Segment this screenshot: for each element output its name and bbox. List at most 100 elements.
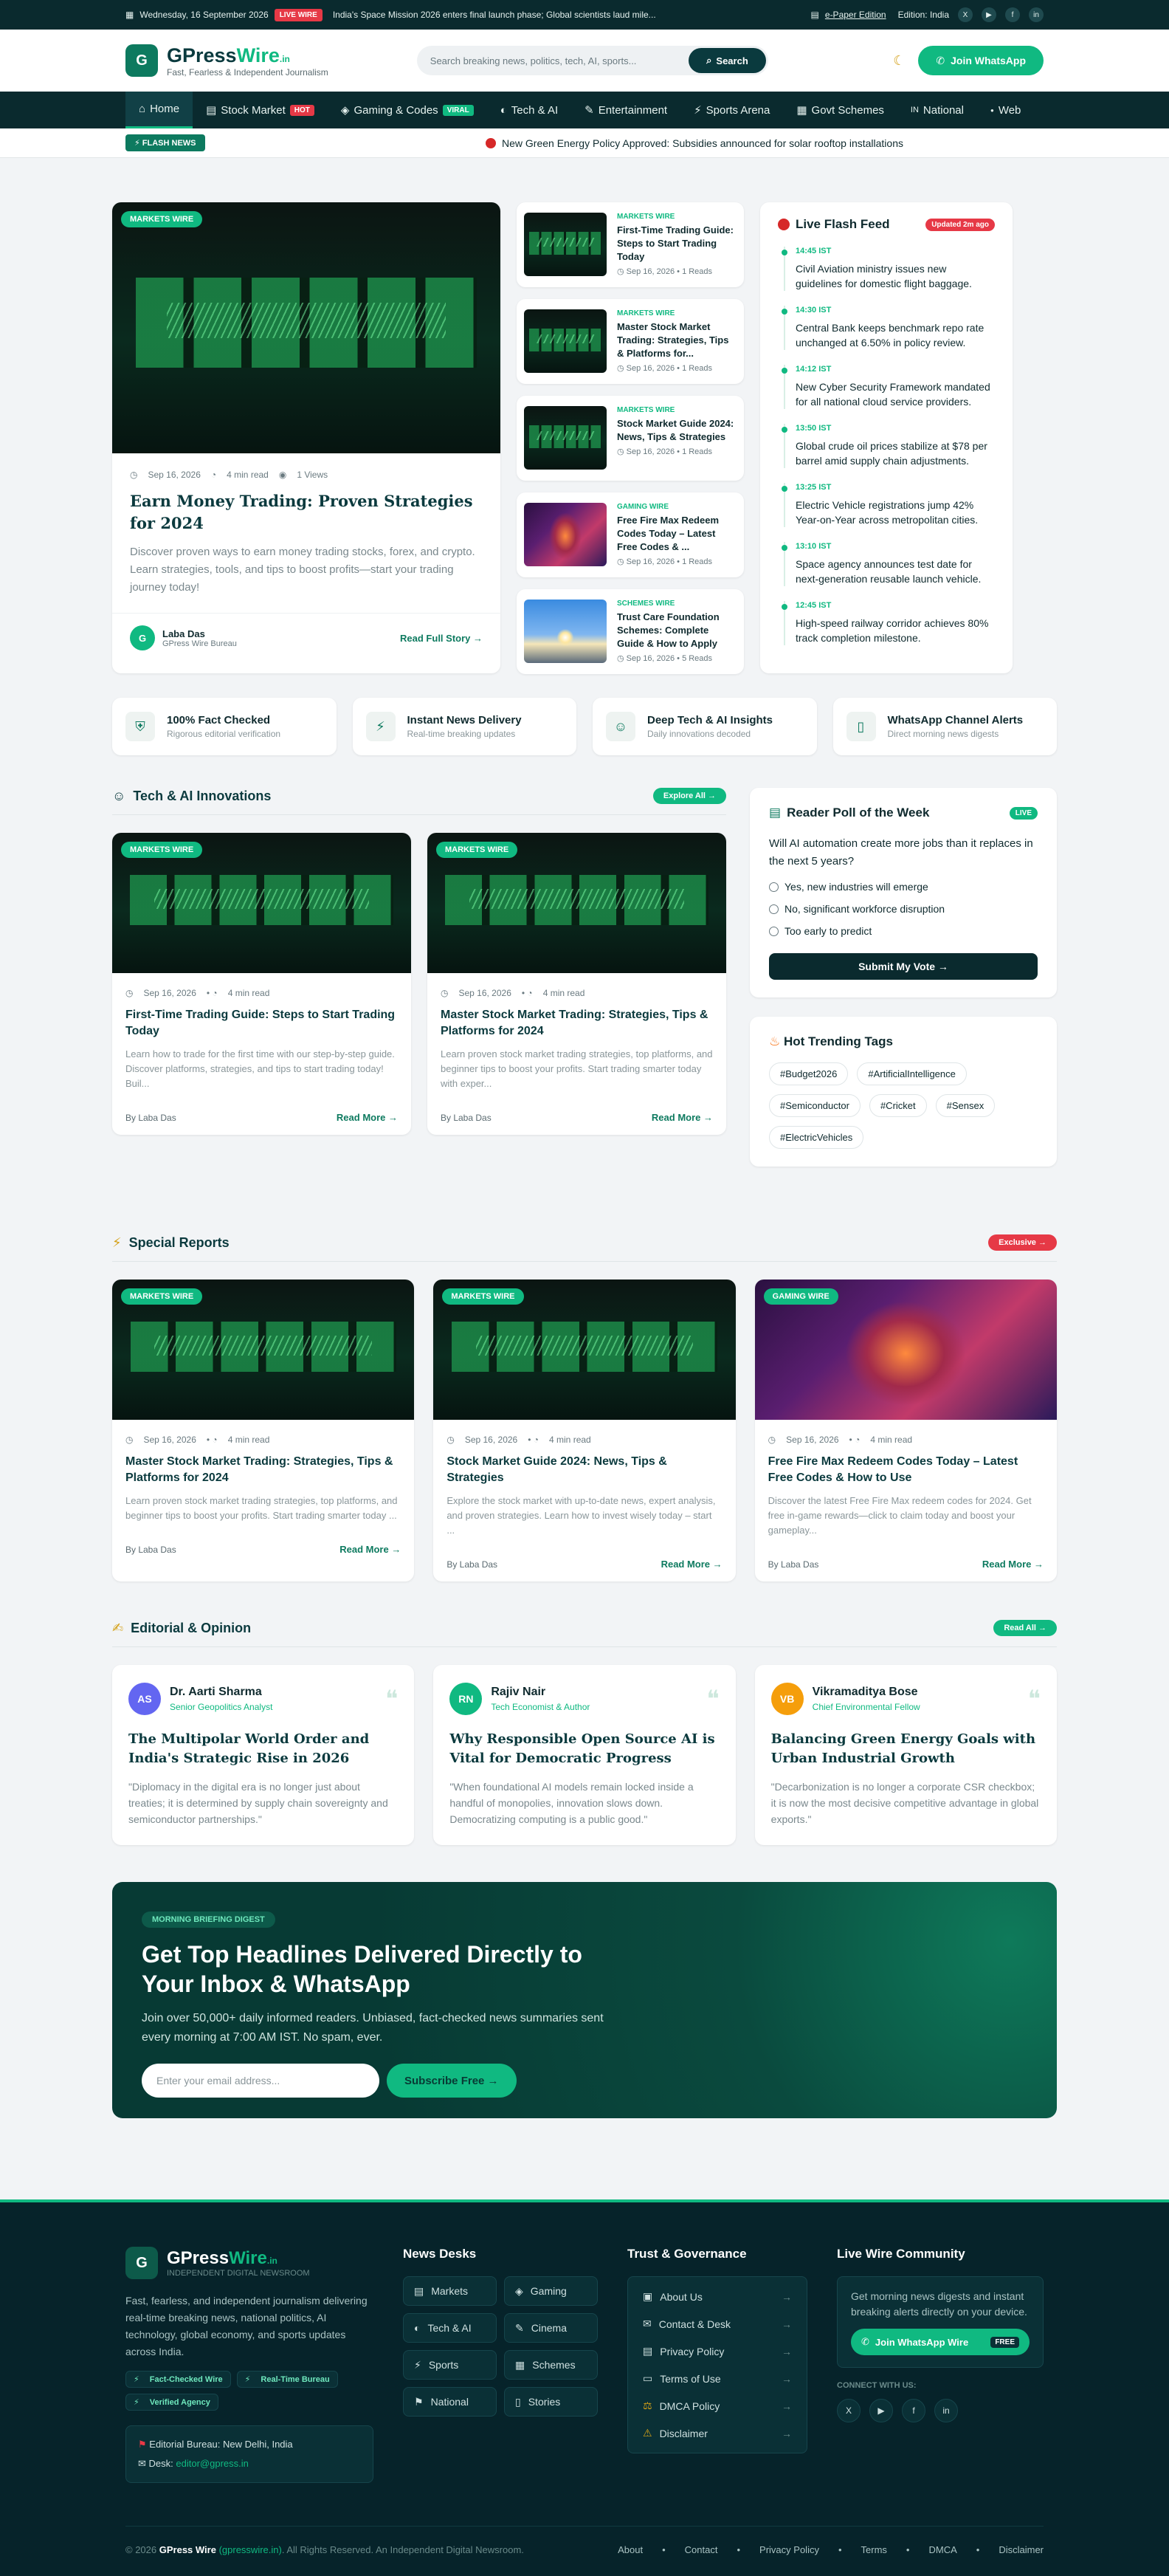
youtube-icon[interactable]: ▶: [869, 2399, 893, 2422]
nav-sports[interactable]: ⚡ Sports Arena: [680, 92, 783, 128]
facebook-icon[interactable]: f: [902, 2399, 925, 2422]
feed-entry[interactable]: 13:10 IST Space agency announces test dat…: [782, 542, 995, 586]
opinion-title[interactable]: Why Responsible Open Source AI is Vital …: [449, 1730, 719, 1768]
hero-title[interactable]: Earn Money Trading: Proven Strategies fo…: [130, 490, 483, 535]
article-image[interactable]: MARKETS WIRE: [112, 1280, 415, 1420]
side-article[interactable]: GAMING WIRE Free Fire Max Redeem Codes To…: [517, 492, 744, 577]
side-article[interactable]: MARKETS WIRE Stock Market Guide 2024: New…: [517, 396, 744, 481]
hero-article[interactable]: MARKETS WIRE ◷ Sep 16, 2026 ◔ 4 min read ◉ 1 …: [112, 202, 500, 673]
logo-mark[interactable]: G: [125, 44, 158, 77]
side-article[interactable]: SCHEMES WIRE Trust Care Foundation Scheme…: [517, 589, 744, 674]
read-more-link[interactable]: Read More →: [652, 1112, 713, 1123]
opinion-card[interactable]: VB Vikramaditya Bose Chief Environmental F…: [754, 1665, 1057, 1845]
desk-link[interactable]: ◐ Tech & AI: [403, 2313, 497, 2343]
search-button[interactable]: ⌕ Search: [689, 48, 766, 73]
facebook-icon[interactable]: f: [1005, 7, 1020, 22]
read-more-link[interactable]: Read More →: [339, 1544, 401, 1555]
instagram-icon[interactable]: in: [934, 2399, 958, 2422]
nav-gaming[interactable]: ◈ Gaming & Codes VIRAL: [328, 92, 487, 128]
side-article[interactable]: MARKETS WIRE Master Stock Market Trading:…: [517, 299, 744, 384]
read-more-link[interactable]: Read More →: [337, 1112, 398, 1123]
poll-option[interactable]: Too early to predict: [769, 925, 1038, 937]
search-input[interactable]: Search breaking news, politics, tech, AI…: [430, 55, 689, 66]
nav-tech-ai[interactable]: ◐ Tech & AI: [487, 92, 571, 128]
ticker-text[interactable]: India's Space Mission 2026 enters final …: [333, 10, 805, 20]
tag-chip[interactable]: #Budget2026: [769, 1062, 849, 1085]
article-card[interactable]: MARKETS WIRE ◷ Sep 16, 2026 • ◔ 4 min rea…: [112, 833, 411, 1135]
opinion-card[interactable]: AS Dr. Aarti Sharma Senior Geopolitics Ana…: [112, 1665, 415, 1845]
search-bar[interactable]: Search breaking news, politics, tech, AI…: [416, 46, 768, 75]
article-image[interactable]: GAMING WIRE: [754, 1280, 1057, 1420]
feed-entry[interactable]: 14:12 IST New Cyber Security Framework ma…: [782, 365, 995, 409]
footer-link[interactable]: ⚖ DMCA Policy →: [643, 2392, 792, 2419]
bottom-link[interactable]: Disclaimer: [999, 2544, 1044, 2555]
desk-link[interactable]: ▯ Stories: [504, 2387, 598, 2417]
article-thumbnail[interactable]: [524, 213, 607, 276]
tag-chip[interactable]: #ArtificialIntelligence: [857, 1062, 967, 1085]
feed-entry[interactable]: 13:25 IST Electric Vehicle registrations …: [782, 483, 995, 527]
article-title[interactable]: First-Time Trading Guide: Steps to Start…: [125, 1007, 398, 1040]
desk-link[interactable]: ⚑ National: [403, 2387, 497, 2417]
x-icon[interactable]: X: [837, 2399, 861, 2422]
article-card[interactable]: MARKETS WIRE ◷ Sep 16, 2026 • ◔ 4 min rea…: [427, 833, 726, 1135]
tag-chip[interactable]: #Cricket: [869, 1094, 927, 1117]
article-title[interactable]: Trust Care Foundation Schemes: Complete …: [617, 611, 737, 650]
article-thumbnail[interactable]: [524, 600, 607, 663]
radio-button[interactable]: [769, 926, 779, 936]
article-title[interactable]: Master Stock Market Trading: Strategies,…: [125, 1454, 401, 1486]
article-thumbnail[interactable]: [524, 406, 607, 470]
desk-link[interactable]: ◈ Gaming: [504, 2276, 598, 2306]
read-more-link[interactable]: Read More →: [982, 1559, 1044, 1570]
article-title[interactable]: Stock Market Guide 2024: News, Tips & St…: [617, 417, 737, 444]
bottom-link[interactable]: Privacy Policy: [759, 2544, 819, 2555]
read-more-link[interactable]: Read More →: [661, 1559, 723, 1570]
feed-entry[interactable]: 14:30 IST Central Bank keeps benchmark re…: [782, 306, 995, 350]
desk-link[interactable]: ⚡ Sports: [403, 2350, 497, 2380]
radio-button[interactable]: [769, 882, 779, 892]
desk-link[interactable]: ▤ Markets: [403, 2276, 497, 2306]
article-thumbnail[interactable]: [524, 309, 607, 373]
submit-vote-button[interactable]: Submit My Vote →: [769, 953, 1038, 980]
nav-national[interactable]: IN National: [897, 92, 977, 128]
nav-govt-schemes[interactable]: ▦ Govt Schemes: [783, 92, 897, 128]
logo[interactable]: GPressWire.in Fast, Fearless & Independe…: [167, 44, 328, 78]
feed-entry[interactable]: 13:50 IST Global crude oil prices stabili…: [782, 424, 995, 468]
dark-mode-icon[interactable]: ☾: [893, 53, 905, 69]
article-title[interactable]: Free Fire Max Redeem Codes Today – Lates…: [617, 514, 737, 554]
nav-entertainment[interactable]: ✎ Entertainment: [571, 92, 680, 128]
article-title[interactable]: Master Stock Market Trading: Strategies,…: [617, 320, 737, 360]
read-all-button[interactable]: Read All →: [993, 1620, 1057, 1636]
read-full-story-link[interactable]: Read Full Story →: [400, 633, 483, 644]
article-title[interactable]: Free Fire Max Redeem Codes Today – Lates…: [768, 1454, 1044, 1486]
poll-option[interactable]: Yes, new industries will emerge: [769, 881, 1038, 893]
article-card[interactable]: GAMING WIRE ◷ Sep 16, 2026 • ◔ 4 min read…: [754, 1280, 1057, 1581]
poll-option[interactable]: No, significant workforce disruption: [769, 903, 1038, 915]
desk-link[interactable]: ✎ Cinema: [504, 2313, 598, 2343]
footer-link[interactable]: ✉ Contact & Desk →: [643, 2310, 792, 2338]
footer-link[interactable]: ▭ Terms of Use →: [643, 2365, 792, 2392]
hero-image[interactable]: MARKETS WIRE: [112, 202, 500, 453]
footer-link[interactable]: ⚠ Disclaimer →: [643, 2419, 792, 2447]
flash-news-item[interactable]: New Green Energy Policy Approved: Subsid…: [486, 137, 903, 149]
join-whatsapp-button[interactable]: ✆ Join WhatsApp: [918, 46, 1044, 75]
feed-entry[interactable]: 14:45 IST Civil Aviation ministry issues …: [782, 247, 995, 291]
desk-link[interactable]: ▦ Schemes: [504, 2350, 598, 2380]
opinion-title[interactable]: Balancing Green Energy Goals with Urban …: [771, 1730, 1041, 1768]
article-image[interactable]: MARKETS WIRE: [112, 833, 411, 973]
author-name[interactable]: Vikramaditya Bose: [813, 1686, 920, 1699]
desk-email-link[interactable]: editor@gpress.in: [176, 2458, 248, 2469]
nav-stock-market[interactable]: ▤ Stock Market HOT: [193, 92, 328, 128]
footer-link[interactable]: ▣ About Us →: [643, 2283, 792, 2310]
article-thumbnail[interactable]: [524, 503, 607, 566]
article-card[interactable]: MARKETS WIRE ◷ Sep 16, 2026 • ◔ 4 min rea…: [433, 1280, 736, 1581]
tag-chip[interactable]: #Sensex: [935, 1094, 996, 1117]
opinion-title[interactable]: The Multipolar World Order and India's S…: [128, 1730, 398, 1768]
article-image[interactable]: MARKETS WIRE: [427, 833, 726, 973]
logo-mark[interactable]: G: [125, 2247, 158, 2279]
email-input[interactable]: Enter your email address...: [142, 2064, 379, 2098]
side-article[interactable]: MARKETS WIRE First-Time Trading Guide: St…: [517, 202, 744, 287]
author-name[interactable]: Dr. Aarti Sharma: [170, 1686, 272, 1699]
bottom-link[interactable]: Terms: [861, 2544, 887, 2555]
nav-home[interactable]: ⌂ Home: [125, 92, 193, 128]
article-title[interactable]: First-Time Trading Guide: Steps to Start…: [617, 224, 737, 264]
